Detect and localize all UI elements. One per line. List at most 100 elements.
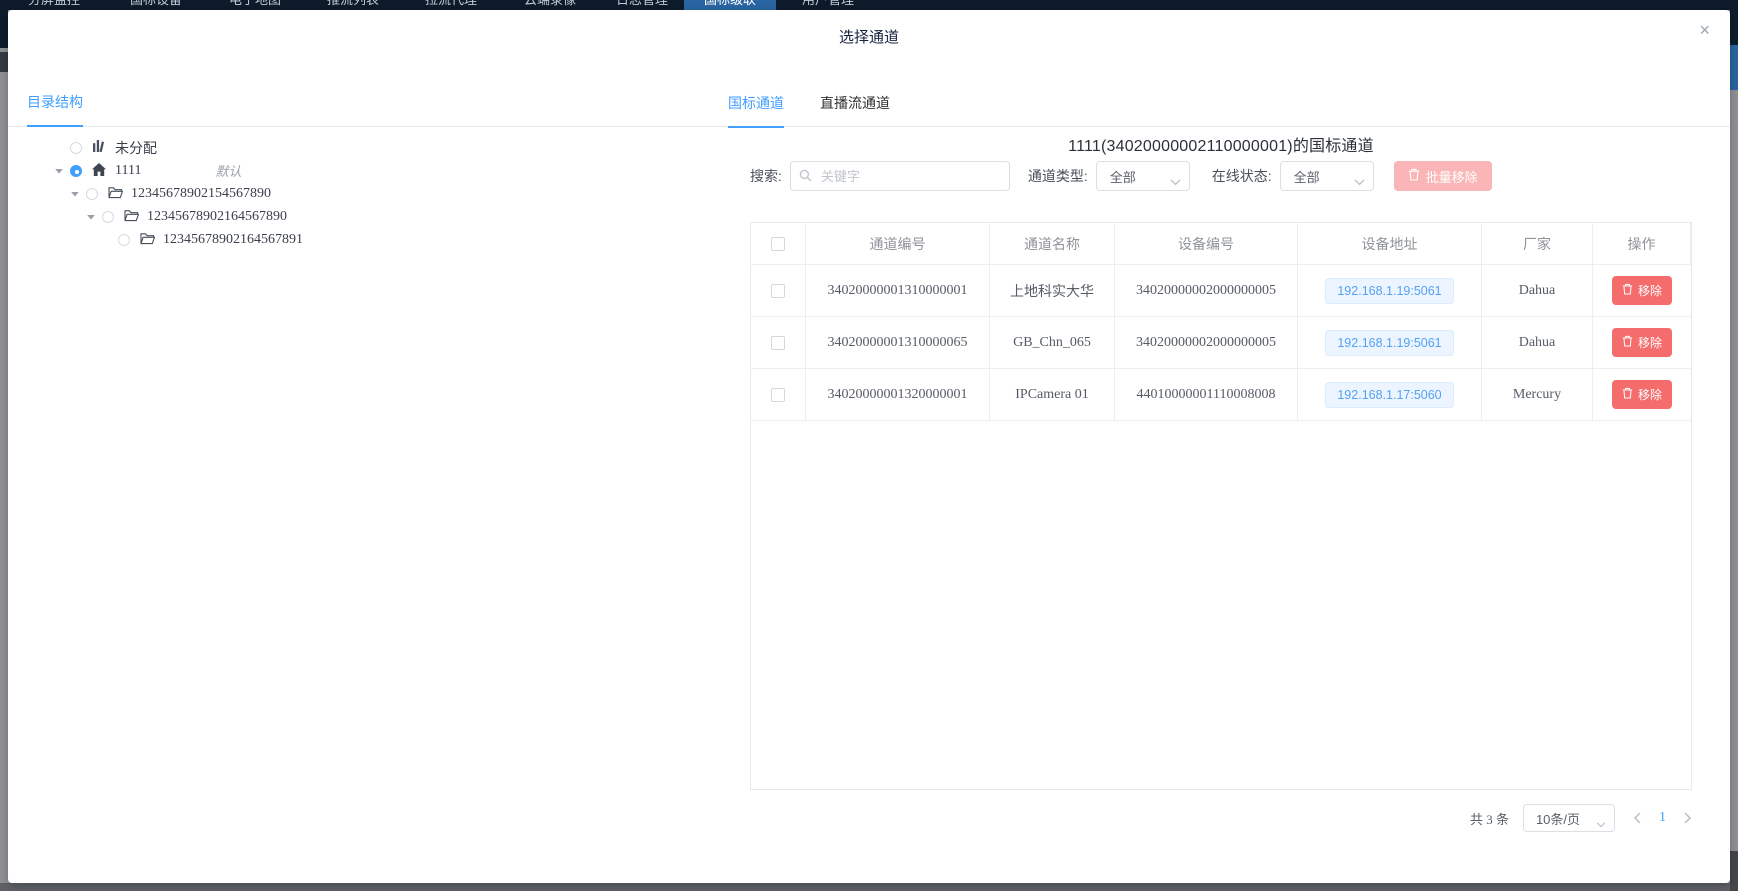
vendor-cell: Mercury (1482, 369, 1593, 421)
close-icon[interactable]: × (1699, 21, 1710, 39)
trash-icon (1622, 387, 1633, 402)
background-nav-item[interactable]: 云端录像 (508, 0, 592, 10)
device-address-badge: 192.168.1.17:5060 (1325, 382, 1453, 408)
remove-label: 移除 (1638, 334, 1662, 351)
background-nav-item[interactable]: 推流列表 (311, 0, 395, 10)
row-checkbox[interactable] (771, 336, 785, 350)
channel-id-cell: 34020000001310000065 (806, 317, 990, 369)
vendor-cell: Dahua (1482, 317, 1593, 369)
tree-node[interactable]: 12345678902164567890 (8, 205, 688, 228)
caret-down-icon[interactable] (86, 212, 102, 222)
table-column-header: 设备地址 (1298, 223, 1482, 265)
device-id-cell: 34020000002000000005 (1115, 265, 1298, 317)
chevron-down-icon (1170, 174, 1181, 189)
channel-table: 通道编号 通道名称 设备编号 设备地址 厂家 操作 34020000001310… (750, 222, 1692, 790)
background-bottom-edge (0, 883, 1738, 891)
table-column-header: 通道名称 (990, 223, 1115, 265)
trash-icon (1622, 335, 1633, 350)
pagination: 共 3 条 10条/页 1 (750, 803, 1692, 833)
caret-down-icon[interactable] (70, 189, 86, 199)
background-bottom-right-fragment (1730, 851, 1738, 891)
background-nav-right-edge (1730, 0, 1738, 45)
modal-title: 选择通道 (8, 26, 1730, 47)
table-column-header: 操作 (1593, 223, 1691, 265)
channel-list-heading: 1111(34020000002110000001)的国标通道 (750, 132, 1692, 156)
tree-node-label: 12345678902164567890 (147, 209, 287, 225)
select-channel-modal: 选择通道 × 目录结构 国标通道 直播流通道 (8, 10, 1730, 883)
remove-label: 移除 (1638, 386, 1662, 403)
channel-type-select[interactable]: 全部 (1096, 161, 1190, 191)
table-row: 34020000001310000065 GB_Chn_065 34020000… (751, 317, 1691, 369)
table-column-header: 厂家 (1482, 223, 1593, 265)
home-icon (92, 163, 106, 179)
channel-type-label: 通道类型: (1028, 166, 1088, 186)
current-page[interactable]: 1 (1659, 810, 1666, 826)
remove-button[interactable]: 移除 (1612, 380, 1672, 409)
caret-down-icon[interactable] (54, 166, 70, 176)
tree-node[interactable]: 未分配 (8, 136, 688, 159)
tree-node-label: 12345678902164567891 (163, 232, 303, 248)
tab-directory-structure[interactable]: 目录结构 (27, 92, 83, 127)
channel-tab[interactable]: 国标通道 (728, 93, 784, 128)
channel-tabs: 国标通道 直播流通道 (728, 93, 890, 127)
tree-node[interactable]: 12345678902154567890 (8, 182, 688, 205)
tree-node-label: 未分配 (115, 138, 157, 158)
background-nav-item[interactable]: 电子地图 (213, 0, 297, 10)
remove-label: 移除 (1638, 282, 1662, 299)
online-status-value: 全部 (1294, 167, 1320, 186)
folder-icon (108, 186, 123, 202)
table-column-header: 通道编号 (806, 223, 990, 265)
channel-id-cell: 34020000001310000001 (806, 265, 990, 317)
search-input[interactable] (790, 161, 1010, 191)
total-count: 共 3 条 (1470, 809, 1509, 828)
batch-remove-button[interactable]: 批量移除 (1394, 161, 1492, 191)
channel-id-cell: 34020000001320000001 (806, 369, 990, 421)
device-address-badge: 192.168.1.19:5061 (1325, 278, 1453, 304)
background-nav-item[interactable]: 国标级联 (684, 0, 776, 10)
trash-icon (1408, 168, 1420, 184)
chevron-down-icon (1596, 816, 1606, 831)
row-checkbox[interactable] (771, 284, 785, 298)
tree-radio[interactable] (118, 234, 130, 246)
directory-tree: 未分配 1111 默认 (8, 136, 688, 251)
channel-name-cell: IPCamera 01 (990, 369, 1115, 421)
background-blue-fragment (1730, 45, 1738, 90)
tree-node[interactable]: 12345678902164567891 (8, 228, 688, 251)
remove-button[interactable]: 移除 (1612, 276, 1672, 305)
background-page-text-fragment (0, 52, 8, 72)
channel-tab[interactable]: 直播流通道 (820, 93, 890, 128)
select-all-checkbox[interactable] (771, 237, 785, 251)
trash-icon (1622, 283, 1633, 298)
tree-node[interactable]: 1111 默认 (8, 159, 688, 182)
prev-page-icon[interactable] (1633, 812, 1641, 824)
chevron-down-icon (1354, 174, 1365, 189)
channel-type-value: 全部 (1110, 167, 1136, 186)
table-header-row: 通道编号 通道名称 设备编号 设备地址 厂家 操作 (751, 223, 1691, 265)
online-status-label: 在线状态: (1212, 166, 1272, 186)
search-box (790, 161, 1010, 191)
tree-radio[interactable] (70, 165, 82, 177)
tree-node-label: 1111 (115, 163, 141, 179)
page-size-select[interactable]: 10条/页 (1523, 804, 1615, 832)
background-nav-item[interactable]: 分屏监控 (12, 0, 96, 10)
device-id-cell: 44010000001110008008 (1115, 369, 1298, 421)
row-checkbox[interactable] (771, 388, 785, 402)
tab-bar: 目录结构 国标通道 直播流通道 (8, 85, 1730, 127)
filter-row: 搜索: 通道类型: 全部 在线状态: 全部 批量移除 (750, 161, 1692, 191)
background-nav-item[interactable]: 国标设备 (114, 0, 198, 10)
vendor-cell: Dahua (1482, 265, 1593, 317)
search-label: 搜索: (750, 166, 782, 186)
next-page-icon[interactable] (1684, 812, 1692, 824)
online-status-select[interactable]: 全部 (1280, 161, 1374, 191)
background-nav-left-edge (0, 0, 8, 48)
background-nav-item[interactable]: 用户管理 (786, 0, 870, 10)
tree-radio[interactable] (70, 142, 82, 154)
table-column-header: 设备编号 (1115, 223, 1298, 265)
background-nav-item[interactable]: 拉流代理 (409, 0, 493, 10)
tree-radio[interactable] (86, 188, 98, 200)
tree-radio[interactable] (102, 211, 114, 223)
remove-button[interactable]: 移除 (1612, 328, 1672, 357)
background-nav-item[interactable]: 日志管理 (600, 0, 684, 10)
channel-name-cell: 上地科实大华 (990, 265, 1115, 317)
library-icon (92, 139, 106, 156)
